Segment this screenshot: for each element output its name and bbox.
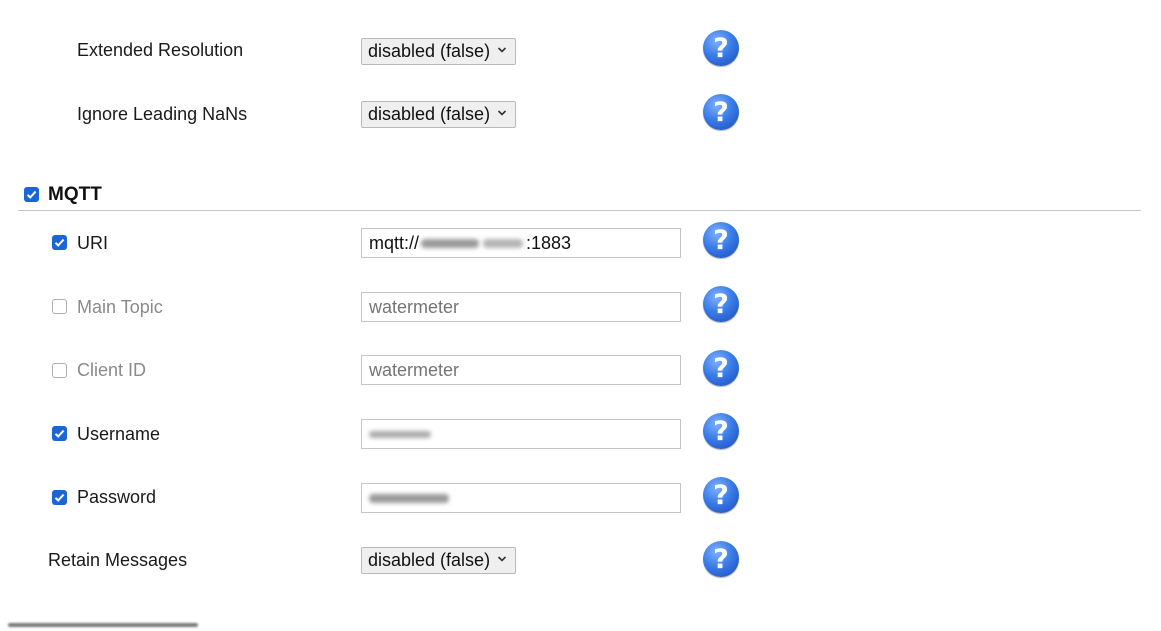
uri-value-prefix: mqtt:// — [369, 232, 420, 253]
chevron-down-icon — [497, 47, 507, 53]
check-icon — [54, 493, 65, 502]
chevron-down-icon — [497, 556, 507, 562]
check-icon — [54, 238, 65, 247]
password-label: Password — [77, 487, 157, 507]
retain-messages-value: disabled (false) — [368, 550, 491, 570]
help-question-icon[interactable]: ? — [703, 413, 739, 449]
help-question-icon[interactable]: ? — [703, 350, 739, 386]
footer-text-cutoff — [8, 619, 198, 631]
ignore-leading-nans-value: disabled (false) — [368, 104, 491, 124]
redacted-text — [8, 623, 198, 628]
ignore-leading-nans-select[interactable]: disabled (false) — [361, 101, 516, 128]
retain-messages-select[interactable]: disabled (false) — [361, 547, 516, 574]
username-input[interactable] — [361, 419, 681, 449]
redacted-text — [421, 238, 480, 248]
retain-messages-label: Retain Messages — [48, 550, 188, 570]
uri-enable-checkbox[interactable] — [52, 235, 67, 250]
client-id-input[interactable]: watermeter — [361, 355, 681, 385]
uri-label: URI — [77, 233, 108, 253]
mqtt-enable-checkbox[interactable] — [24, 187, 39, 202]
main-topic-placeholder: watermeter — [369, 296, 460, 317]
password-enable-checkbox[interactable] — [52, 490, 67, 505]
help-question-icon[interactable]: ? — [703, 30, 739, 66]
help-question-icon[interactable]: ? — [703, 286, 739, 322]
help-question-icon[interactable]: ? — [703, 477, 739, 513]
extended-resolution-label: Extended Resolution — [77, 40, 244, 60]
extended-resolution-value: disabled (false) — [368, 41, 491, 61]
uri-value-suffix: :1883 — [526, 232, 572, 253]
username-enable-checkbox[interactable] — [52, 426, 67, 441]
username-label: Username — [77, 424, 161, 444]
client-id-label: Client ID — [77, 360, 147, 380]
extended-resolution-select[interactable]: disabled (false) — [361, 38, 516, 65]
main-topic-label: Main Topic — [77, 297, 163, 317]
redacted-text — [369, 430, 431, 438]
help-question-icon[interactable]: ? — [703, 94, 739, 130]
help-question-icon[interactable]: ? — [703, 222, 739, 258]
mqtt-section-title: MQTT — [48, 184, 102, 205]
main-topic-enable-checkbox[interactable] — [52, 299, 67, 314]
check-icon — [54, 429, 65, 438]
client-id-placeholder: watermeter — [369, 359, 460, 380]
help-question-icon[interactable]: ? — [703, 541, 739, 577]
ignore-leading-nans-label: Ignore Leading NaNs — [77, 104, 248, 124]
client-id-enable-checkbox[interactable] — [52, 363, 67, 378]
redacted-text — [483, 238, 524, 248]
redacted-text — [369, 493, 449, 503]
chevron-down-icon — [497, 110, 507, 116]
check-icon — [26, 190, 37, 199]
password-input[interactable] — [361, 483, 681, 513]
uri-input[interactable]: mqtt:// :1883 — [361, 228, 681, 258]
main-topic-input[interactable]: watermeter — [361, 292, 681, 322]
section-divider — [18, 210, 1141, 211]
